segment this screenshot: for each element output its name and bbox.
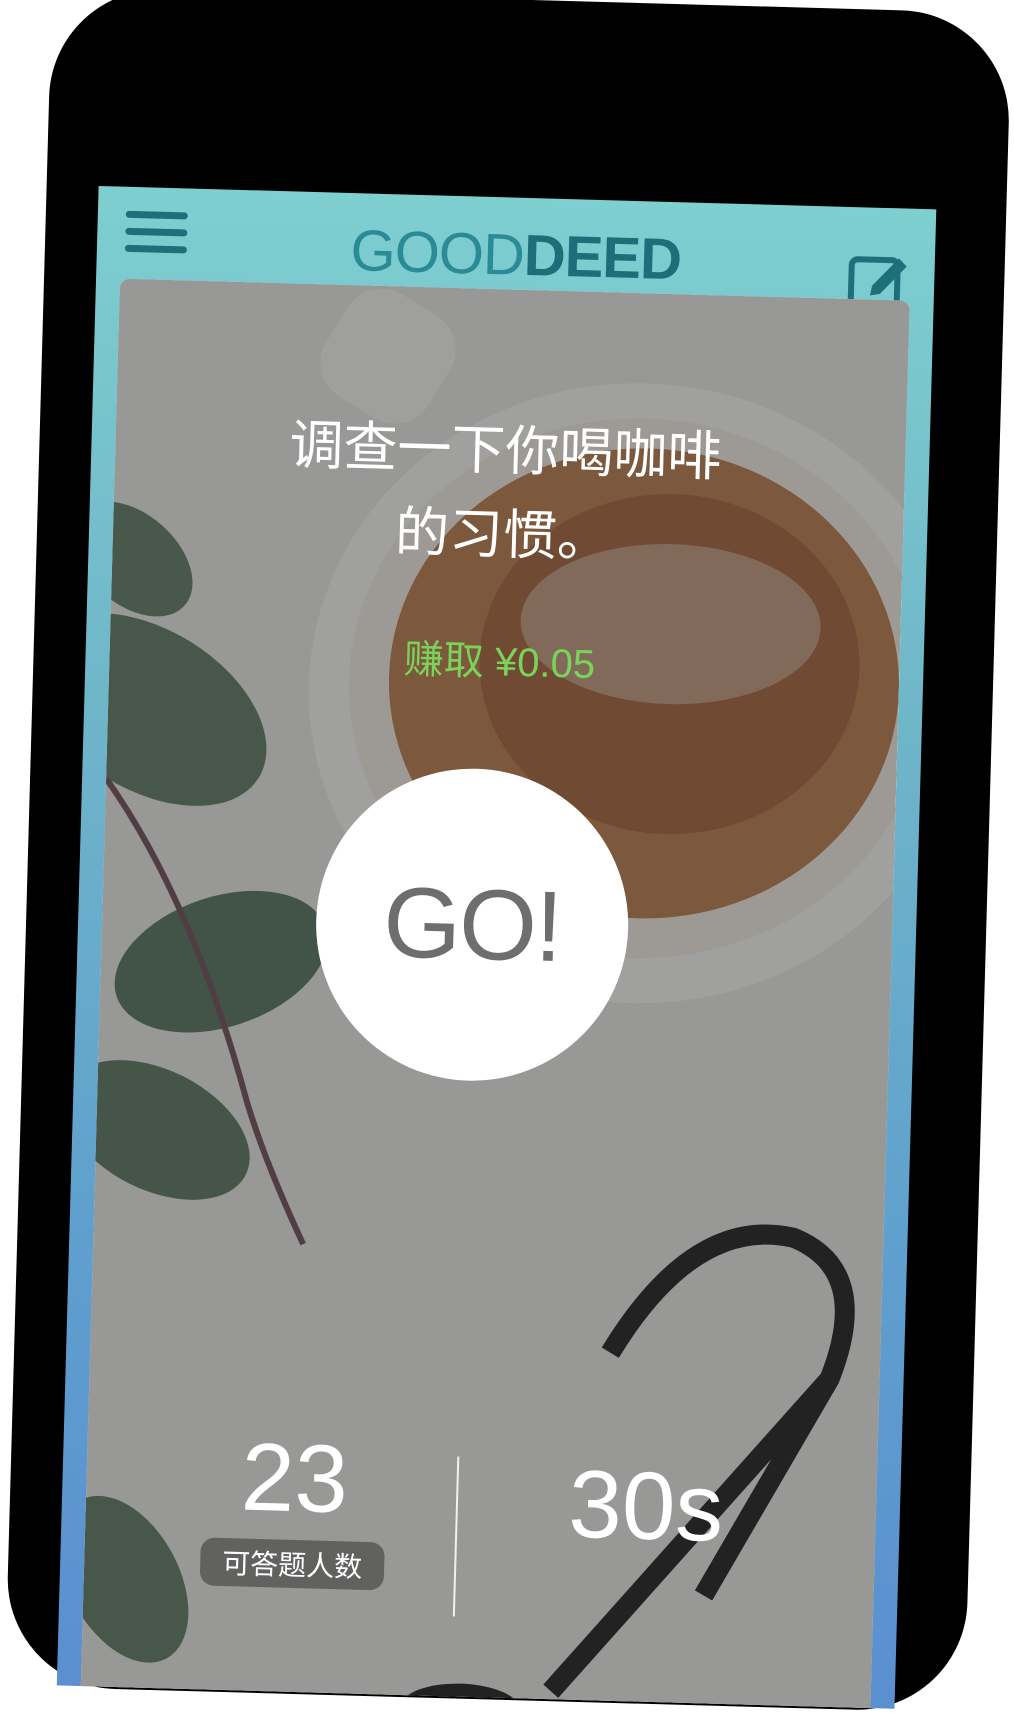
task-question: 调查一下你喝咖啡 的习惯。 bbox=[232, 402, 776, 585]
question-line-1: 调查一下你喝咖啡 bbox=[288, 413, 723, 489]
task-card: 调查一下你喝咖啡 的习惯。 赚取 ¥0.05 GO! 23 可答题人数 30s bbox=[80, 278, 910, 1709]
remaining-respondents-stat: 23 可答题人数 bbox=[192, 1421, 397, 1591]
go-button-label: GO! bbox=[381, 865, 563, 983]
logo-bold-text: DEED bbox=[522, 222, 682, 293]
phone-frame: GOODDEED 调查一下你喝咖啡 的习惯。 赚取 ¥0.05 GO! 23 可… bbox=[4, 0, 1012, 1713]
remaining-count: 23 bbox=[239, 1423, 350, 1534]
question-line-2: 的习惯。 bbox=[394, 500, 612, 570]
remaining-label: 可答题人数 bbox=[199, 1537, 385, 1591]
duration-value: 30s bbox=[567, 1450, 725, 1562]
duration-stat: 30s bbox=[534, 1449, 757, 1565]
logo-light-text: GOOD bbox=[349, 218, 525, 288]
app-screen: GOODDEED 调查一下你喝咖啡 的习惯。 赚取 ¥0.05 GO! 23 可… bbox=[56, 185, 937, 1709]
